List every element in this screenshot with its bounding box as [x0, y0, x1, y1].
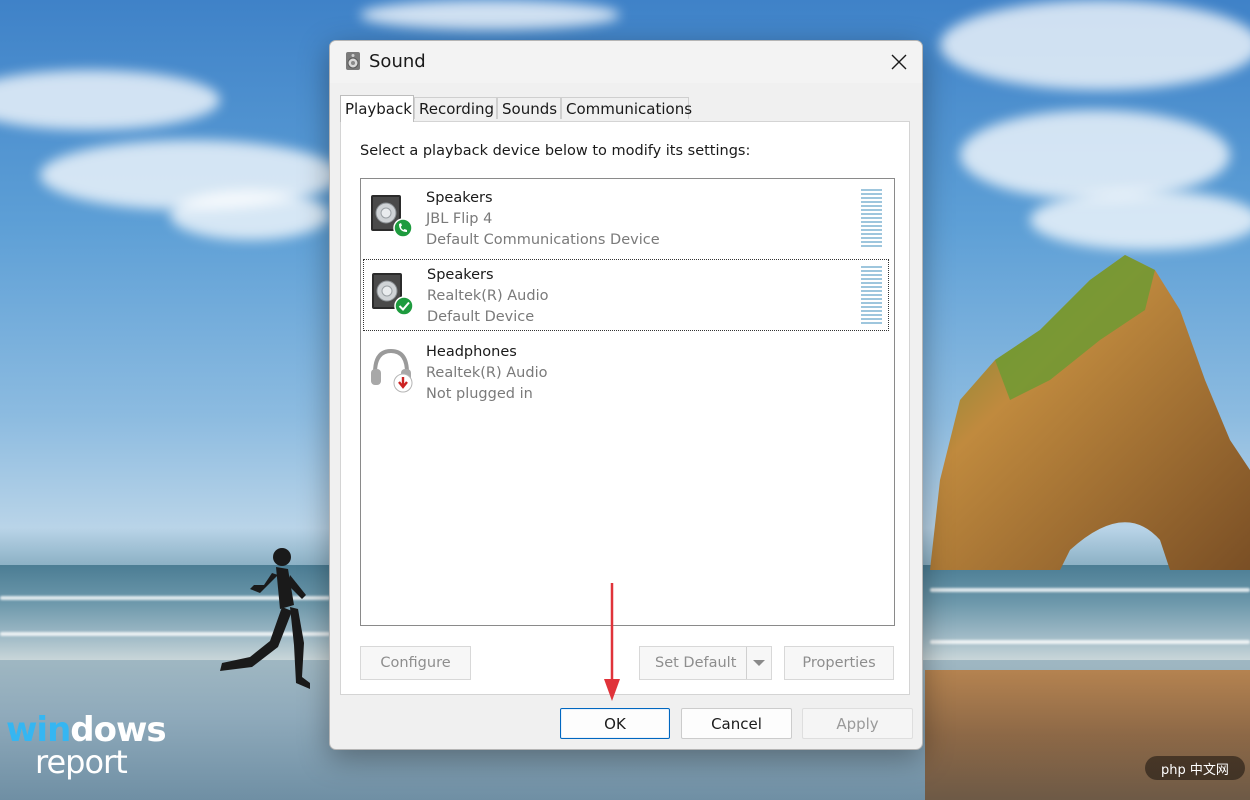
- device-status: Default Device: [427, 309, 534, 325]
- windows-report-logo: windows: [6, 713, 166, 747]
- device-name: Headphones: [426, 344, 517, 360]
- ok-button[interactable]: OK: [560, 708, 670, 739]
- wave: [930, 588, 1250, 592]
- device-status: Default Communications Device: [426, 232, 660, 248]
- tab-sounds[interactable]: Sounds: [497, 97, 561, 119]
- device-item-headphones[interactable]: Headphones Realtek(R) Audio Not plugged …: [363, 336, 889, 408]
- speaker-device-icon: [369, 191, 415, 239]
- window-title: Sound: [369, 51, 426, 72]
- cloud: [1030, 190, 1250, 250]
- wave: [930, 640, 1250, 644]
- device-list[interactable]: Speakers JBL Flip 4 Default Communicatio…: [360, 178, 895, 626]
- apply-button[interactable]: Apply: [802, 708, 913, 739]
- close-button[interactable]: [876, 41, 922, 83]
- cloud: [360, 0, 620, 30]
- close-icon: [891, 54, 907, 70]
- sound-dialog: Sound Playback Recording Sounds Communic…: [329, 40, 923, 750]
- rock-reflection: [925, 670, 1250, 800]
- volume-meter: [861, 189, 882, 247]
- tab-communications[interactable]: Communications: [561, 97, 689, 119]
- logo-text-report: report: [35, 745, 127, 779]
- device-item-realtek-speakers[interactable]: Speakers Realtek(R) Audio Default Device: [363, 259, 889, 331]
- properties-button[interactable]: Properties: [784, 646, 894, 680]
- sea-rock: [920, 250, 1250, 580]
- cloud: [960, 110, 1230, 200]
- phone-badge-icon: [394, 219, 412, 237]
- instruction-text: Select a playback device below to modify…: [360, 143, 750, 159]
- device-model: Realtek(R) Audio: [426, 365, 547, 381]
- cloud: [0, 70, 220, 130]
- configure-button[interactable]: Configure: [360, 646, 471, 680]
- cloud: [940, 0, 1250, 90]
- check-badge-icon: [395, 297, 413, 315]
- php-watermark: php 中文网: [1145, 756, 1245, 780]
- tab-recording[interactable]: Recording: [414, 97, 497, 119]
- device-status: Not plugged in: [426, 386, 533, 402]
- device-model: JBL Flip 4: [426, 211, 492, 227]
- set-default-split-button[interactable]: Set Default: [639, 646, 772, 680]
- speaker-icon: [344, 51, 362, 71]
- red-arrow-icon: [600, 583, 624, 705]
- cancel-button[interactable]: Cancel: [681, 708, 792, 739]
- headphones-device-icon: [369, 345, 415, 393]
- volume-meter: [861, 266, 882, 324]
- cloud: [170, 190, 330, 240]
- device-name: Speakers: [427, 267, 494, 283]
- device-name: Speakers: [426, 190, 493, 206]
- set-default-dropdown[interactable]: [746, 647, 771, 679]
- device-item-jbl-speakers[interactable]: Speakers JBL Flip 4 Default Communicatio…: [363, 182, 889, 254]
- chevron-down-icon: [752, 659, 766, 667]
- runner-silhouette: [210, 545, 320, 695]
- title-bar: Sound: [330, 41, 922, 83]
- tab-playback[interactable]: Playback: [340, 95, 414, 122]
- speaker-device-icon: [370, 269, 416, 317]
- playback-panel: Select a playback device below to modify…: [340, 121, 910, 695]
- set-default-label: Set Default: [655, 655, 736, 671]
- device-model: Realtek(R) Audio: [427, 288, 548, 304]
